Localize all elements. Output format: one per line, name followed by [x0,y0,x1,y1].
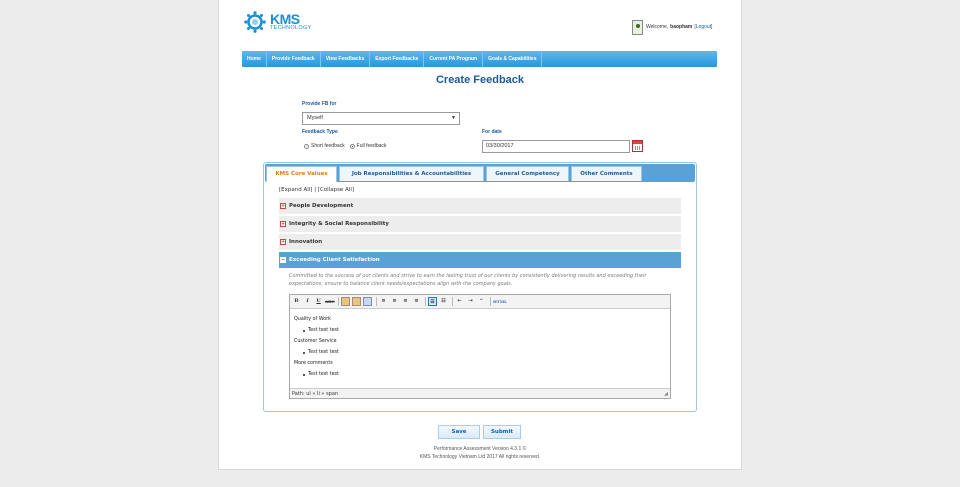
full-feedback-radio[interactable]: Full feedback [349,143,387,149]
editor-content[interactable]: Quality of Work Test test test Customer … [294,314,339,380]
numbered-list-icon[interactable]: ☷ [439,297,448,306]
submit-button[interactable]: Submit [483,425,521,439]
avatar [632,19,643,35]
toolbar-separator [338,297,339,306]
for-date-input[interactable]: 03/30/2017 [482,140,630,153]
toolbar-separator [376,297,377,306]
tab-kms-core-values[interactable]: KMS Core Values [266,166,337,182]
expand-all-link[interactable]: [Expand All] [279,187,312,193]
dropdown-arrow-icon: ▼ [451,115,456,121]
italic-icon[interactable]: I [303,297,312,306]
save-button[interactable]: Save [438,425,480,439]
welcome-text: Welcome, [646,24,669,30]
footer-copyright: KMS Technology Vietnam Ltd 2017 All righ… [419,454,541,460]
provide-for-select[interactable]: Myself ▼ [302,112,460,125]
nav-provide-feedback[interactable]: Provide Feedback [267,51,321,67]
logo-gear-icon [244,11,266,33]
user-info: Welcome, baopham [Logout] [632,19,712,35]
section-label: People Development [289,203,354,209]
short-feedback-label: Short feedback [311,143,345,149]
username: baopham [670,24,693,30]
nav-goals-capabilities[interactable]: Goals & Capabilities [483,51,543,67]
nav-export-feedbacks[interactable]: Export Feedbacks [370,51,425,67]
outdent-icon[interactable]: ⇤ [455,297,464,306]
logo-subtext: TECHNOLOGY [270,25,312,31]
expand-collapse-links: [Expand All] | [Collapse All] [279,187,354,193]
toolbar-separator [452,297,453,306]
nav-view-feedbacks[interactable]: View Feedbacks [321,51,371,67]
bullet-list-icon[interactable]: ☰ [428,297,437,306]
editor-path-bar: Path: ul » li » span ◢ [290,388,670,398]
section-innovation[interactable]: + Innovation [279,234,681,251]
expand-plus-icon: + [280,203,286,209]
align-right-icon[interactable]: ≡ [401,297,410,306]
expand-plus-icon: + [280,239,286,245]
paste-text-icon[interactable] [352,297,361,306]
bold-icon[interactable]: B [292,297,301,306]
link-separator: | [314,187,317,193]
section-exceeding-client-satisfaction[interactable]: − Exceeding Client Satisfaction [279,252,681,269]
collapse-minus-icon: − [280,257,286,263]
editor-paragraph: Quality of Work [294,317,331,322]
tab-general-competency[interactable]: General Competency [486,166,569,181]
resize-handle-icon[interactable]: ◢ [664,389,668,399]
paste-icon[interactable] [341,297,350,306]
main-nav: Home Provide Feedback View Feedbacks Exp… [242,51,717,67]
paste-word-icon[interactable] [363,297,372,306]
rich-text-editor[interactable]: B I U ABC ≡ ≡ ≡ ≡ ☰ ☷ ⇤ ⇥ “ HTML Quality… [289,294,671,399]
align-center-icon[interactable]: ≡ [390,297,399,306]
editor-path: Path: ul » li » span [292,391,339,397]
underline-icon[interactable]: U [314,297,323,306]
nav-current-pa-program[interactable]: Current PA Program [424,51,484,67]
feedback-type-label: Feedback Type [302,129,338,135]
nav-home[interactable]: Home [242,51,267,67]
blockquote-icon[interactable]: “ [477,297,486,306]
indent-icon[interactable]: ⇥ [466,297,475,306]
section-integrity[interactable]: + Integrity & Social Responsibility [279,216,681,233]
footer-version: Performance Assessment Version 4.3.1 © [433,446,527,452]
provide-for-label: Provide FB for [302,101,337,107]
provide-for-value: Myself [307,115,323,121]
radio-unchecked-icon [304,143,309,149]
section-label: Innovation [289,239,323,245]
editor-paragraph: Customer Service [294,339,337,344]
align-left-icon[interactable]: ≡ [379,297,388,306]
short-feedback-radio[interactable]: Short feedback [304,143,345,149]
feedback-type-group: Short feedback Full feedback [304,143,386,149]
expand-plus-icon: + [280,221,286,227]
tab-job-responsibilities[interactable]: Job Responsibilities & Accountabilities [339,166,484,181]
tab-other-comments[interactable]: Other Comments [571,166,642,181]
strikethrough-icon[interactable]: ABC [325,297,335,306]
editor-toolbar: B I U ABC ≡ ≡ ≡ ≡ ☰ ☷ ⇤ ⇥ “ HTML [290,295,670,309]
section-label: Integrity & Social Responsibility [289,221,389,227]
html-source-icon[interactable]: HTML [493,297,507,306]
collapse-all-link[interactable]: [Collapse All] [318,187,354,193]
for-date-label: For date [482,129,502,135]
editor-list-item: Test test test [294,369,339,380]
section-description: Committed to the success of our clients … [289,273,647,287]
radio-checked-icon [349,143,355,149]
editor-list-item: Test test test [294,325,339,336]
page-title: Create Feedback [435,74,525,86]
calendar-icon[interactable] [632,140,643,152]
toolbar-separator [490,297,491,306]
editor-paragraph: More comments [294,361,333,366]
toolbar-separator [425,297,426,306]
align-justify-icon[interactable]: ≡ [412,297,421,306]
editor-list-item: Test test test [294,347,339,358]
section-label: Exceeding Client Satisfaction [289,257,380,263]
full-feedback-label: Full feedback [356,143,387,149]
section-people-development[interactable]: + People Development [279,198,681,215]
logout-link[interactable]: [Logout] [694,24,712,30]
kms-logo[interactable]: KMS TECHNOLOGY [244,10,324,36]
